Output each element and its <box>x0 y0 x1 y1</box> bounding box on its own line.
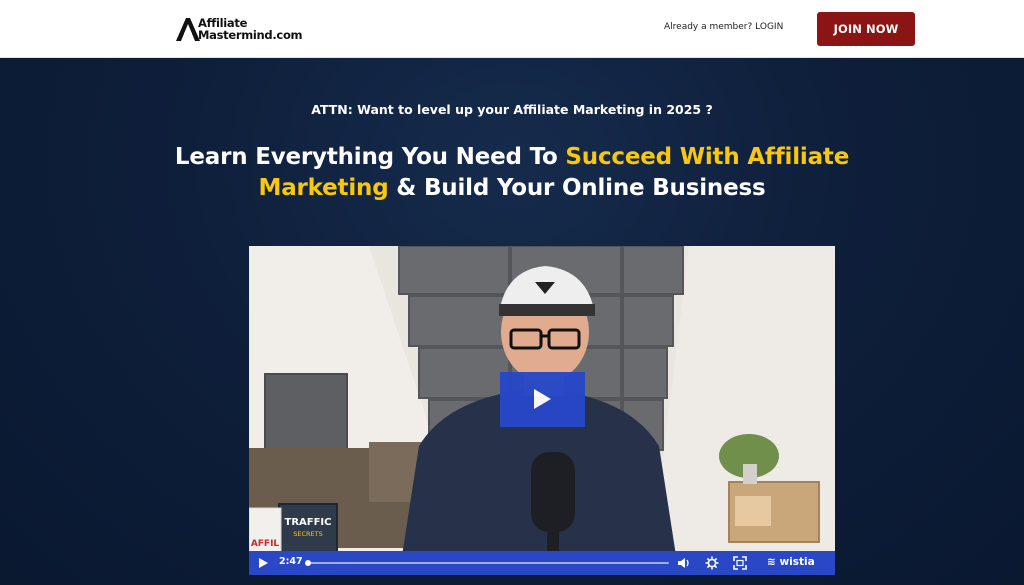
video-player[interactable]: TRAFFIC SECRETS AFFIL 2:47 ≋ wistia <box>249 246 835 575</box>
settings-gear-icon[interactable] <box>705 556 719 570</box>
wistia-brand[interactable]: ≋ wistia <box>767 556 815 568</box>
site-logo[interactable]: Affiliate Mastermind.com <box>174 14 304 44</box>
play-icon <box>534 389 551 409</box>
progress-knob[interactable] <box>305 560 311 566</box>
member-prompt: Already a member? LOGIN <box>664 22 783 32</box>
video-progress-bar[interactable] <box>305 560 669 566</box>
attn-tagline: ATTN: Want to level up your Affiliate Ma… <box>311 102 713 117</box>
login-link[interactable]: LOGIN <box>755 22 783 32</box>
member-prompt-text: Already a member? <box>664 22 753 32</box>
video-controls: 2:47 ≋ wistia <box>249 551 835 575</box>
page-headline: Learn Everything You Need To Succeed Wit… <box>140 142 884 204</box>
headline-highlight2: Marketing <box>258 175 389 201</box>
video-time: 2:47 <box>279 556 303 567</box>
book-title: TRAFFIC <box>285 517 332 528</box>
headline-highlight1: Succeed With Affiliate <box>565 144 850 170</box>
hero-section: ATTN: Want to level up your Affiliate Ma… <box>0 58 1024 585</box>
headline-part1: Learn Everything You Need To <box>174 144 566 170</box>
volume-icon[interactable] <box>677 556 691 570</box>
control-play-icon[interactable] <box>256 556 270 570</box>
wistia-brand-text: wistia <box>779 556 815 568</box>
headline-part2: & Build Your Online Business <box>388 175 766 201</box>
logo-text-line2: Mastermind.com <box>198 28 303 42</box>
book-spine-text: AFFIL <box>251 539 280 549</box>
fullscreen-icon[interactable] <box>733 556 747 570</box>
book-subtitle: SECRETS <box>293 530 323 538</box>
video-play-button[interactable] <box>500 372 585 427</box>
join-now-button[interactable]: JOIN NOW <box>817 12 915 46</box>
site-header: Affiliate Mastermind.com Already a membe… <box>0 0 1024 58</box>
